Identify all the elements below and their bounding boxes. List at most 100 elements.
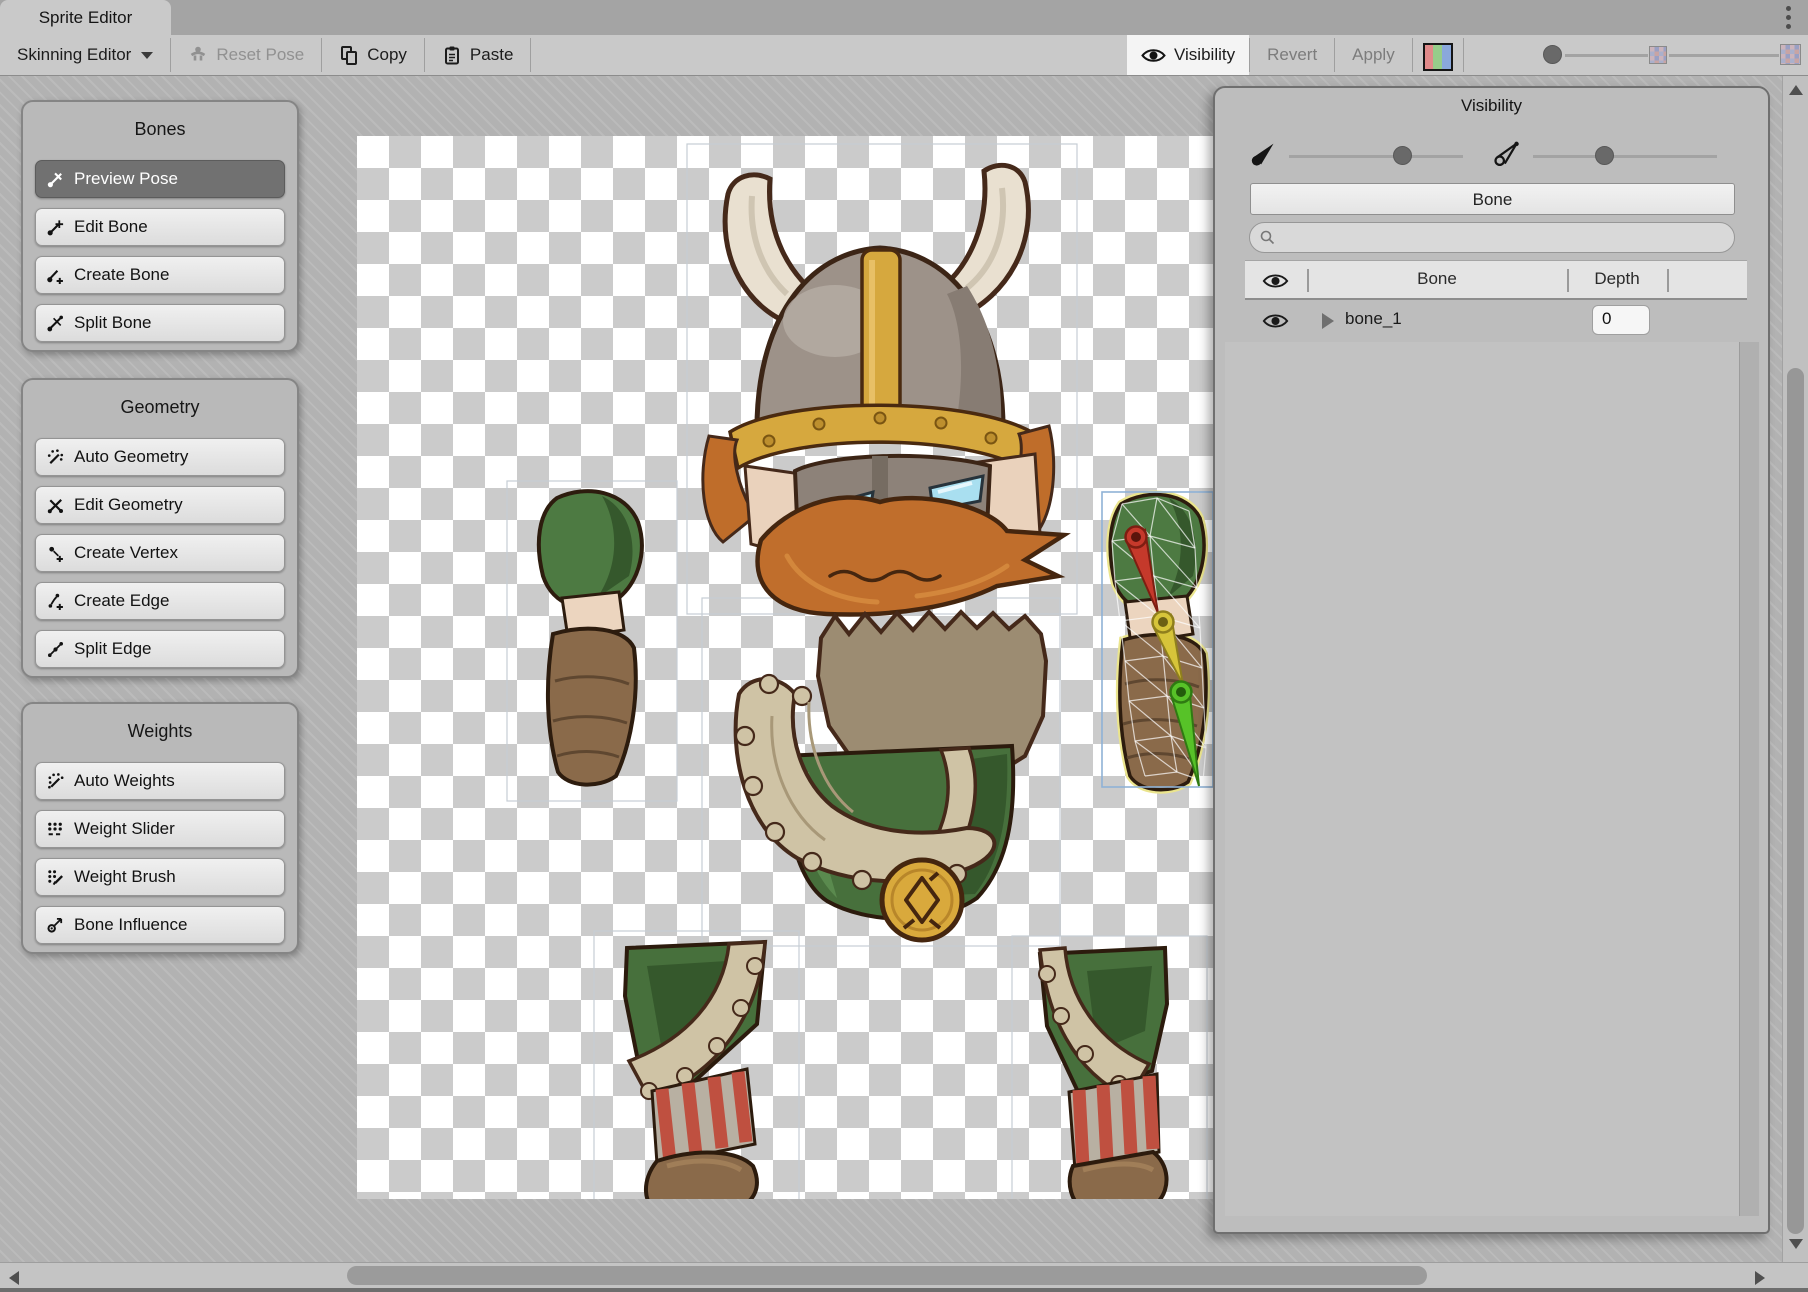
create-bone-label: Create Bone	[74, 265, 169, 285]
toolbar-right-group: Visibility Revert Apply	[1127, 35, 1464, 75]
sprite-right-leg[interactable]	[1039, 948, 1167, 1199]
row-visibility-eye-icon[interactable]	[1262, 312, 1289, 330]
depth-input[interactable]: 0	[1592, 305, 1650, 335]
sprite-torso[interactable]	[736, 612, 1046, 940]
create-edge-label: Create Edge	[74, 591, 169, 611]
window-menu-icon[interactable]	[1786, 6, 1792, 33]
visibility-column-eye-icon[interactable]	[1262, 272, 1289, 290]
bone-row-name[interactable]: bone_1	[1345, 309, 1402, 329]
bone-table-row[interactable]: bone_1 0	[1245, 300, 1747, 342]
opacity-slider-track[interactable]	[1669, 54, 1779, 57]
copy-icon	[339, 45, 359, 66]
auto-geometry-label: Auto Geometry	[74, 447, 188, 467]
edit-bone-label: Edit Bone	[74, 217, 148, 237]
auto-geometry-icon	[46, 448, 65, 467]
search-icon	[1259, 229, 1276, 246]
sprite-mitten-arm[interactable]	[539, 491, 642, 785]
mesh-opacity-slider-knob[interactable]	[1595, 146, 1614, 165]
visibility-label: Visibility	[1174, 45, 1235, 65]
copy-label: Copy	[367, 45, 407, 65]
scroll-down-icon[interactable]	[1788, 1238, 1804, 1250]
paste-button[interactable]: Paste	[425, 35, 530, 75]
sprite-opacity-slider[interactable]	[1533, 35, 1808, 75]
geometry-tool-panel: Geometry Auto Geometry Edit Geometry Cre…	[21, 378, 299, 678]
visibility-toggle-button[interactable]: Visibility	[1127, 35, 1249, 75]
horizontal-scrollbar[interactable]	[0, 1262, 1808, 1288]
split-edge-icon	[46, 640, 65, 659]
sprite-sheet-color-icon[interactable]	[1423, 43, 1453, 71]
auto-weights-button[interactable]: Auto Weights	[35, 762, 285, 800]
bone-tab-button[interactable]: Bone	[1250, 183, 1735, 215]
tab-sprite-editor[interactable]: Sprite Editor	[0, 0, 171, 35]
create-edge-button[interactable]: Create Edge	[35, 582, 285, 620]
edit-geometry-label: Edit Geometry	[74, 495, 183, 515]
panel-scroll-gutter[interactable]	[1739, 342, 1759, 1216]
scroll-up-icon[interactable]	[1788, 84, 1804, 96]
checker-small-icon	[1649, 46, 1667, 64]
vertical-scroll-thumb[interactable]	[1787, 368, 1804, 1234]
opacity-slider-track[interactable]	[1565, 54, 1648, 57]
vertical-scrollbar[interactable]	[1782, 76, 1808, 1262]
paste-label: Paste	[470, 45, 513, 65]
edit-geometry-button[interactable]: Edit Geometry	[35, 486, 285, 524]
sprite-canvas-art	[357, 136, 1213, 1199]
eye-icon	[1141, 47, 1166, 64]
chevron-down-icon	[141, 52, 153, 59]
column-divider	[1667, 269, 1669, 292]
sprite-left-leg[interactable]	[625, 942, 765, 1199]
create-vertex-label: Create Vertex	[74, 543, 178, 563]
weight-brush-button[interactable]: Weight Brush	[35, 858, 285, 896]
bone-search-input[interactable]	[1249, 222, 1735, 253]
split-bone-icon	[46, 314, 65, 333]
mode-dropdown[interactable]: Skinning Editor	[0, 35, 170, 75]
auto-geometry-button[interactable]: Auto Geometry	[35, 438, 285, 476]
apply-label: Apply	[1352, 45, 1395, 65]
checker-large-icon	[1780, 44, 1801, 65]
weights-panel-title: Weights	[23, 716, 297, 746]
preview-pose-icon	[46, 170, 65, 189]
mesh-opacity-slider-track[interactable]	[1533, 155, 1717, 158]
split-bone-button[interactable]: Split Bone	[35, 304, 285, 342]
bone-size-slider-knob[interactable]	[1393, 146, 1412, 165]
weight-slider-button[interactable]: Weight Slider	[35, 810, 285, 848]
preview-pose-button[interactable]: Preview Pose	[35, 160, 285, 198]
depth-column-header: Depth	[1567, 269, 1667, 289]
toolbar-divider	[1463, 38, 1464, 72]
edit-bone-icon	[46, 218, 65, 237]
toolbar-divider	[1412, 38, 1413, 72]
copy-button[interactable]: Copy	[322, 35, 424, 75]
bones-tool-panel: Bones Preview Pose Edit Bone Create Bone…	[21, 100, 299, 352]
auto-weights-icon	[46, 772, 65, 791]
revert-button[interactable]: Revert	[1250, 35, 1334, 75]
opacity-slider-knob[interactable]	[1543, 45, 1562, 64]
edit-geometry-icon	[46, 496, 65, 515]
expand-triangle-icon[interactable]	[1322, 313, 1334, 329]
paste-icon	[442, 45, 462, 66]
revert-label: Revert	[1267, 45, 1317, 65]
sprite-selected-arm[interactable]	[1102, 492, 1213, 790]
scroll-left-icon[interactable]	[8, 1270, 20, 1286]
reset-pose-button[interactable]: Reset Pose	[171, 35, 321, 75]
preview-pose-label: Preview Pose	[74, 169, 178, 189]
bone-influence-button[interactable]: Bone Influence	[35, 906, 285, 944]
auto-weights-label: Auto Weights	[74, 771, 175, 791]
weight-brush-label: Weight Brush	[74, 867, 176, 887]
bone-tab-label: Bone	[1473, 190, 1513, 209]
scroll-right-icon[interactable]	[1754, 1270, 1766, 1286]
weight-brush-icon	[46, 868, 65, 887]
toolbar-divider	[530, 38, 531, 72]
split-bone-label: Split Bone	[74, 313, 152, 333]
create-bone-button[interactable]: Create Bone	[35, 256, 285, 294]
sprite-helmet-head[interactable]	[703, 165, 1064, 614]
bone-filled-icon	[1250, 140, 1278, 168]
horizontal-scroll-thumb[interactable]	[347, 1266, 1427, 1285]
split-edge-button[interactable]: Split Edge	[35, 630, 285, 668]
sprite-canvas[interactable]	[357, 136, 1213, 1199]
apply-button[interactable]: Apply	[1335, 35, 1412, 75]
create-vertex-button[interactable]: Create Vertex	[35, 534, 285, 572]
bone-table-header: Bone Depth	[1245, 260, 1747, 300]
edit-bone-button[interactable]: Edit Bone	[35, 208, 285, 246]
bone-size-slider-track[interactable]	[1289, 155, 1463, 158]
bones-panel-title: Bones	[23, 114, 297, 144]
weights-tool-panel: Weights Auto Weights Weight Slider Weigh…	[21, 702, 299, 954]
